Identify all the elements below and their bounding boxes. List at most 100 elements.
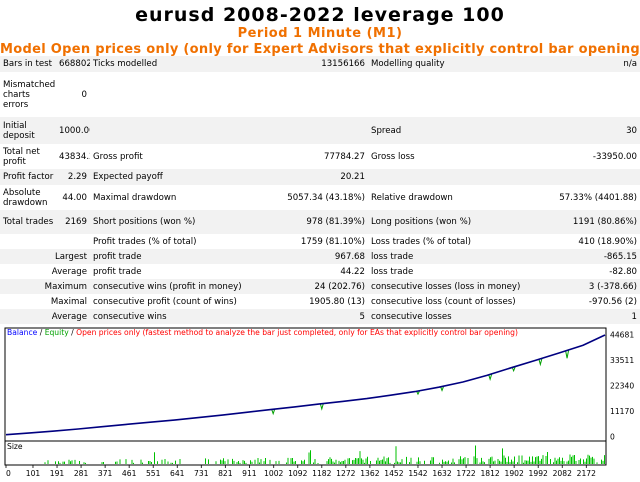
gross-loss-value: -33950.00 [592,151,637,162]
x-tick-label: 1632 [432,469,451,478]
x-tick-label: 191 [50,469,65,478]
x-tick-label: 1452 [384,469,403,478]
x-tick-label: 1812 [480,469,499,478]
x-tick-label: 0 [6,469,11,478]
table-row: Profit trades (% of total) 1759 (81.10%)… [0,234,640,249]
y-tick-label: 22340 [610,382,634,391]
gross-loss-label: Gross loss [371,151,415,162]
maximal-cons-loss-label: consecutive loss (count of losses) [371,296,516,307]
short-positions-value: 978 (81.39%) [250,210,368,234]
mismatched-value: 0 [81,89,87,100]
balance-chart-svg: Balance / Equity / Open prices only (fas… [2,325,638,478]
table-row: Bars in test 6688023 Ticks modelled 1315… [0,56,640,72]
x-tick-label: 2082 [553,469,572,478]
maximal-cons-loss-value: -970.56 (2) [588,296,637,307]
loss-trades-value: 410 (18.90%) [578,236,637,247]
short-positions-label: Short positions (won %) [90,210,250,234]
table-row: Profit factor 2.29 Expected payoff 20.21 [0,169,640,185]
gross-profit-value: 77784.27 [323,151,365,162]
table-row: Maximal consecutive profit (count of win… [0,294,640,309]
table-row: Total net profit 43834.27 Gross profit 7… [0,144,640,169]
avg-cons-wins-value: 5 [250,309,368,324]
profit-factor-value: 2.29 [56,169,90,185]
table-row: Mismatched charts errors 0 [0,72,640,117]
max-cons-wins-label: consecutive wins (profit in money) [90,279,250,294]
x-tick-label: 1902 [504,469,523,478]
absolute-drawdown-label: Absolute drawdown [3,187,48,208]
largest-loss-value: -865.15 [528,249,640,264]
table-row: Average profit trade 44.22 loss trade -8… [0,264,640,279]
x-tick-label: 461 [122,469,137,478]
x-tick-label: 641 [170,469,185,478]
x-tick-label: 731 [194,469,209,478]
report-period: Period 1 Minute (M1) [237,26,403,41]
largest-loss-label: loss trade [368,249,528,264]
chart-legend: Balance / Equity / Open prices only (fas… [7,328,518,337]
total-trades-value: 2169 [56,210,90,234]
average2-label: Average [0,309,90,324]
long-positions-value: 1191 (80.86%) [528,210,640,234]
expected-payoff-label: Expected payoff [90,169,250,185]
maximal-drawdown-value: 5057.34 (43.18%) [287,192,365,203]
report-table: Bars in test 6688023 Ticks modelled 1315… [0,56,640,324]
expected-payoff-value: 20.21 [250,169,368,185]
average-loss-value: -82.80 [609,266,637,277]
size-plot-frame [4,440,607,466]
avg-cons-losses-value: 1 [528,309,640,324]
legend-item-3: / [69,328,76,337]
avg-cons-wins-label: consecutive wins [90,309,250,324]
x-tick-label: 2172 [577,469,596,478]
y-tick-label: 0 [610,433,615,442]
largest-profit-value: 967.68 [250,249,368,264]
x-tick-label: 1542 [408,469,427,478]
table-row: Maximum consecutive wins (profit in mone… [0,279,640,294]
relative-drawdown-label: Relative drawdown [371,192,453,203]
x-tick-label: 911 [242,469,257,478]
x-tick-label: 1992 [529,469,548,478]
ticks-modelled-value: 13156166 [250,56,368,72]
x-tick-label: 281 [74,469,89,478]
absolute-drawdown-value: 44.00 [62,192,87,203]
maximal-cons-profit-value: 1905.80 (13) [309,296,365,307]
spread-label: Spread [368,117,528,144]
maximal-cons-profit-label: consecutive profit (count of wins) [93,296,237,307]
largest-label: Largest [0,249,90,264]
initial-deposit-value: 1000.00 [56,117,90,144]
legend-item-2: Equity [45,328,70,337]
average-loss-label: loss trade [371,266,414,277]
x-tick-label: 1272 [336,469,355,478]
table-row: Absolute drawdown 44.00 Maximal drawdown… [0,185,640,210]
profit-trades-value: 1759 (81.10%) [300,236,365,247]
avg-cons-losses-label: consecutive losses [368,309,528,324]
modelling-quality-value: n/a [528,56,640,72]
x-tick-label: 1002 [264,469,283,478]
initial-deposit-label: Initial deposit [0,117,56,144]
size-label: Size [7,442,23,451]
bars-in-test-label: Bars in test [0,56,56,72]
x-tick-label: 1722 [456,469,475,478]
max-cons-losses-label: consecutive losses (loss in money) [368,279,528,294]
y-tick-label: 33511 [610,356,634,365]
total-net-profit-label: Total net profit [3,146,40,167]
modelling-quality-label: Modelling quality [368,56,528,72]
ticks-modelled-label: Ticks modelled [90,56,250,72]
profit-trades-label: Profit trades (% of total) [93,236,197,247]
long-positions-label: Long positions (won %) [368,210,528,234]
gross-profit-label: Gross profit [93,151,143,162]
x-tick-label: 1182 [312,469,331,478]
relative-drawdown-value: 57.33% (4401.88) [559,192,637,203]
loss-trades-label: Loss trades (% of total) [371,236,471,247]
report-model: Model Open prices only (only for Expert … [0,42,640,57]
table-row: Initial deposit 1000.00 Spread 30 [0,117,640,144]
maximum-label: Maximum [0,279,90,294]
report-title: eurusd 2008-2022 leverage 100 [135,4,505,26]
x-tick-label: 1362 [360,469,379,478]
x-tick-label: 1092 [288,469,307,478]
y-tick-label: 44681 [610,331,634,340]
table-row: Largest profit trade 967.68 loss trade -… [0,249,640,264]
bars-in-test-value: 6688023 [56,56,90,72]
average-profit-value: 44.22 [340,266,365,277]
max-cons-wins-value: 24 (202.76) [250,279,368,294]
largest-profit-label: profit trade [90,249,250,264]
legend-item-1: / [37,328,44,337]
